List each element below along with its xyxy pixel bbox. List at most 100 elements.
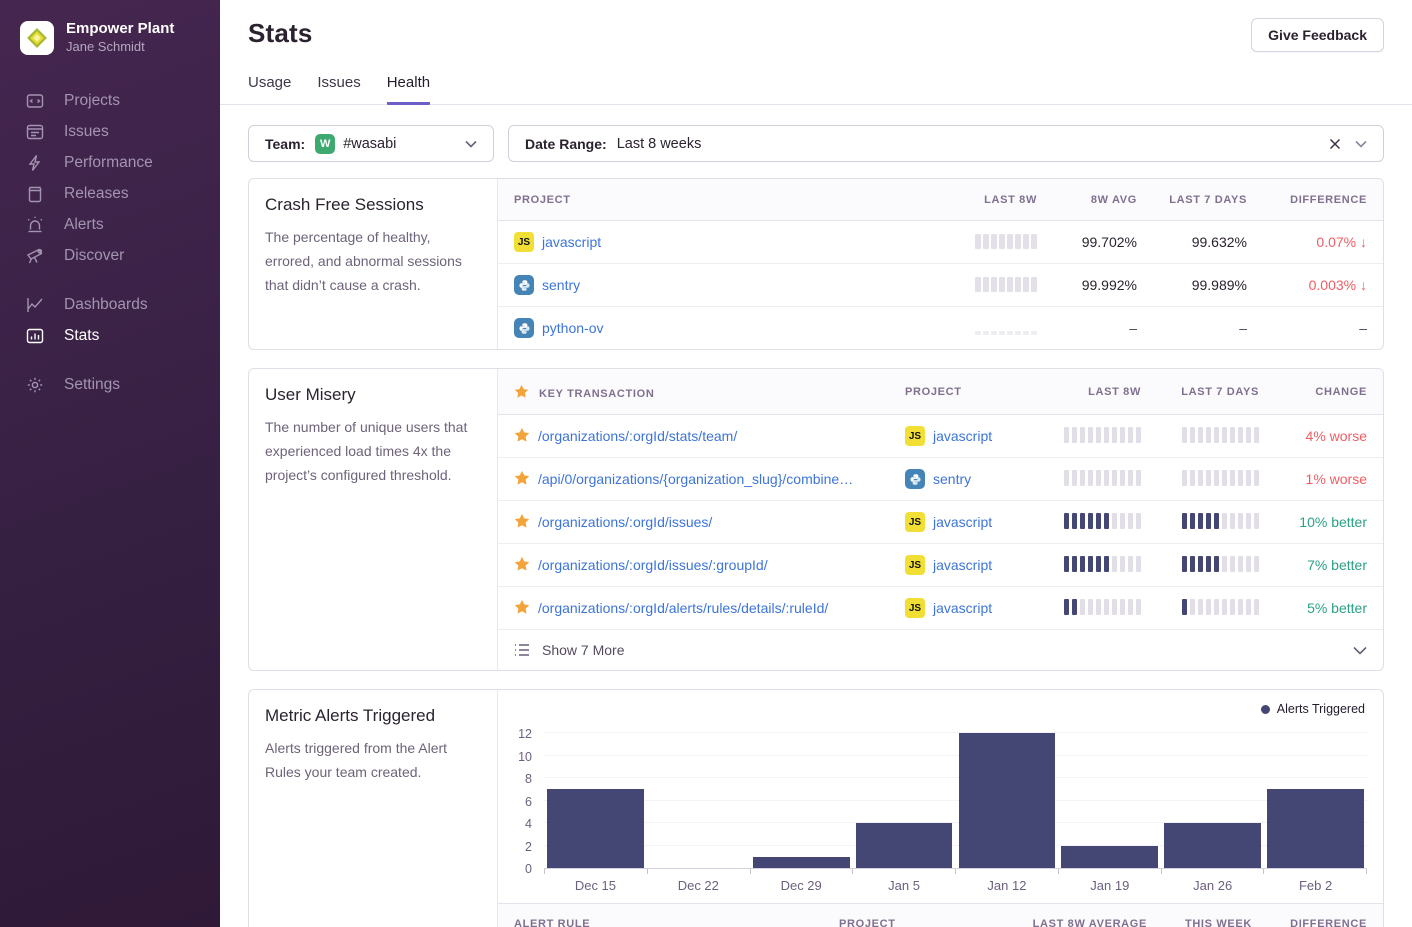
- change-value: 10% better: [1275, 501, 1383, 544]
- difference-value: 0.07% ↓: [1263, 221, 1383, 264]
- avg-value: –: [1053, 307, 1153, 350]
- sidebar-item-stats[interactable]: Stats: [0, 320, 220, 351]
- table-row: sentry 99.992% 99.989% 0.003% ↓: [498, 264, 1383, 307]
- org-name: Empower Plant: [66, 20, 174, 39]
- column-header-last8w: Last 8w: [933, 179, 1053, 221]
- transaction-link[interactable]: /organizations/:orgId/issues/:groupId/: [538, 557, 768, 573]
- project-link[interactable]: javascript: [933, 600, 992, 616]
- key-transaction-star[interactable]: [514, 513, 530, 532]
- clear-icon[interactable]: [1327, 136, 1343, 152]
- difference-value: –: [1263, 307, 1383, 350]
- chart-bar: [1264, 734, 1367, 868]
- chevron-down-icon[interactable]: [1353, 138, 1369, 150]
- column-header-project: Project: [823, 904, 1013, 927]
- sparkline: [975, 276, 1037, 292]
- sidebar-item-label: Stats: [64, 327, 99, 345]
- show-more-button[interactable]: Show 7 More: [498, 629, 1383, 670]
- javascript-platform-icon: JS: [905, 512, 925, 532]
- change-value: 5% better: [1275, 587, 1383, 630]
- misery-score-bars: [1182, 555, 1259, 572]
- chart-bar: [853, 734, 956, 868]
- sidebar: Empower Plant Jane Schmidt Projects Issu…: [0, 0, 220, 927]
- column-header-change: Change: [1275, 369, 1383, 415]
- chart-x-tick-label: Dec 29: [750, 878, 853, 893]
- avg-value: 99.992%: [1053, 264, 1153, 307]
- key-transaction-star[interactable]: [514, 599, 530, 618]
- project-link[interactable]: python-ov: [542, 320, 603, 336]
- key-transaction-star[interactable]: [514, 470, 530, 489]
- table-row: /api/0/organizations/{organization_slug}…: [498, 458, 1383, 501]
- crash-free-table: Project Last 8w 8w Avg Last 7 Days Diffe…: [498, 179, 1383, 349]
- team-select[interactable]: Team: W #wasabi: [248, 125, 494, 162]
- user-name: Jane Schmidt: [66, 39, 174, 55]
- transaction-link[interactable]: /organizations/:orgId/issues/: [538, 514, 712, 530]
- chevron-down-icon: [463, 138, 479, 150]
- org-switcher[interactable]: Empower Plant Jane Schmidt: [0, 20, 220, 55]
- main-content: Stats Give Feedback Usage Issues Health …: [220, 0, 1412, 927]
- tab-usage[interactable]: Usage: [248, 74, 291, 105]
- app-window: Empower Plant Jane Schmidt Projects Issu…: [0, 0, 1412, 927]
- sidebar-item-discover[interactable]: Discover: [0, 240, 220, 271]
- transaction-link[interactable]: /api/0/organizations/{organization_slug}…: [538, 471, 853, 487]
- table-row: JSjavascript 99.702% 99.632% 0.07% ↓: [498, 221, 1383, 264]
- user-misery-panel: User Misery The number of unique users t…: [248, 368, 1384, 671]
- panel-description: Metric Alerts Triggered Alerts triggered…: [249, 690, 498, 927]
- sidebar-item-label: Alerts: [64, 216, 104, 234]
- chart-x-tick-label: Jan 19: [1058, 878, 1161, 893]
- chart-legend[interactable]: Alerts Triggered: [498, 702, 1365, 716]
- show-more-label: Show 7 More: [542, 642, 624, 658]
- project-link[interactable]: sentry: [933, 471, 971, 487]
- chart-y-axis: 024681012: [498, 718, 538, 869]
- sidebar-item-projects[interactable]: Projects: [0, 85, 220, 116]
- misery-score-bars: [1182, 426, 1259, 443]
- project-link[interactable]: javascript: [933, 514, 992, 530]
- sidebar-item-label: Dashboards: [64, 296, 148, 314]
- chart-bar: [1161, 734, 1264, 868]
- date-range-value: Last 8 weeks: [617, 136, 702, 152]
- sidebar-item-label: Issues: [64, 123, 109, 141]
- star-icon: [514, 384, 529, 399]
- sidebar-item-performance[interactable]: Performance: [0, 147, 220, 178]
- filter-row: Team: W #wasabi Date Range: Last 8 weeks: [248, 125, 1384, 162]
- tab-health[interactable]: Health: [387, 74, 430, 105]
- tab-issues[interactable]: Issues: [317, 74, 360, 105]
- sidebar-item-issues[interactable]: Issues: [0, 116, 220, 147]
- last7-value: 99.632%: [1153, 221, 1263, 264]
- metric-alerts-panel: Metric Alerts Triggered Alerts triggered…: [248, 689, 1384, 927]
- misery-score-bars: [1064, 512, 1141, 529]
- sidebar-item-releases[interactable]: Releases: [0, 178, 220, 209]
- column-header-key-transaction: Key Transaction: [498, 369, 889, 415]
- transaction-link[interactable]: /organizations/:orgId/alerts/rules/detai…: [538, 600, 828, 616]
- column-header-difference: Difference: [1268, 904, 1383, 927]
- date-range-select[interactable]: Date Range: Last 8 weeks: [508, 125, 1384, 162]
- key-transaction-star[interactable]: [514, 427, 530, 446]
- project-link[interactable]: sentry: [542, 277, 580, 293]
- performance-icon: [26, 154, 44, 172]
- legend-label: Alerts Triggered: [1277, 702, 1365, 716]
- misery-score-bars: [1182, 512, 1259, 529]
- javascript-platform-icon: JS: [905, 555, 925, 575]
- python-platform-icon: [905, 469, 925, 489]
- team-avatar: W: [315, 134, 335, 154]
- chart-bar: [750, 734, 853, 868]
- user-misery-table: Key Transaction Project Last 8w Last 7 D…: [498, 369, 1383, 670]
- sidebar-item-dashboards[interactable]: Dashboards: [0, 289, 220, 320]
- sidebar-item-settings[interactable]: Settings: [0, 369, 220, 400]
- chart-x-tick-label: Jan 5: [853, 878, 956, 893]
- sidebar-item-alerts[interactable]: Alerts: [0, 209, 220, 240]
- table-row: python-ov – – –: [498, 307, 1383, 350]
- project-link[interactable]: javascript: [933, 428, 992, 444]
- chart-x-axis: Dec 15Dec 22Dec 29Jan 5Jan 12Jan 19Jan 2…: [544, 878, 1367, 903]
- date-range-label: Date Range:: [525, 136, 607, 152]
- chart-x-tick-label: Jan 12: [956, 878, 1059, 893]
- misery-score-bars: [1064, 555, 1141, 572]
- key-transaction-star[interactable]: [514, 556, 530, 575]
- give-feedback-button[interactable]: Give Feedback: [1251, 18, 1384, 52]
- project-link[interactable]: javascript: [542, 234, 601, 250]
- column-header-project: Project: [889, 369, 1039, 415]
- org-logo: [20, 21, 54, 55]
- misery-score-bars: [1064, 426, 1141, 443]
- transaction-link[interactable]: /organizations/:orgId/stats/team/: [538, 428, 737, 444]
- sidebar-nav: Projects Issues Performance Releases Ale…: [0, 85, 220, 400]
- project-link[interactable]: javascript: [933, 557, 992, 573]
